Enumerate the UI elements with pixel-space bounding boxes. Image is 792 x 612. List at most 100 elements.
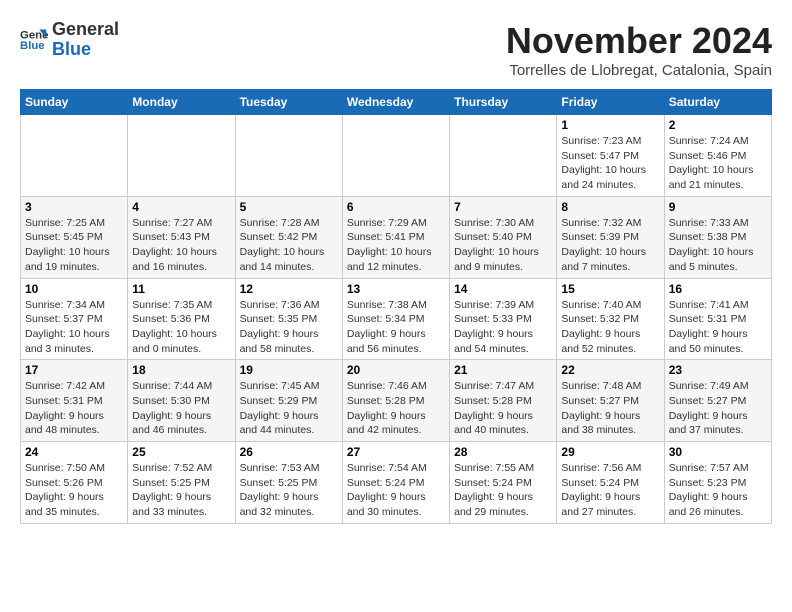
day-number: 22 [561,363,659,377]
weekday-header: Thursday [450,90,557,115]
day-number: 26 [240,445,338,459]
day-info: Sunrise: 7:33 AM Sunset: 5:38 PM Dayligh… [669,216,767,275]
calendar-day-cell: 11 Sunrise: 7:35 AM Sunset: 5:36 PM Dayli… [128,278,235,360]
calendar-week-row: 3 Sunrise: 7:25 AM Sunset: 5:45 PM Daylig… [21,196,772,278]
calendar-week-row: 17 Sunrise: 7:42 AM Sunset: 5:31 PM Dayli… [21,360,772,442]
day-number: 30 [669,445,767,459]
calendar-day-cell: 1Sunrise: 7:23 AM Sunset: 5:47 PM Daylig… [557,115,664,197]
calendar-day-cell: 28Sunrise: 7:55 AM Sunset: 5:24 PM Dayli… [450,442,557,524]
day-info: Sunrise: 7:44 AM Sunset: 5:30 PM Dayligh… [132,379,230,438]
day-number: 10 [25,282,123,296]
calendar-day-cell: 27 Sunrise: 7:54 AM Sunset: 5:24 PM Dayli… [342,442,449,524]
day-info: Sunrise: 7:47 AM Sunset: 5:28 PM Dayligh… [454,379,552,438]
calendar-week-row: 24Sunrise: 7:50 AM Sunset: 5:26 PM Dayli… [21,442,772,524]
day-number: 27 [347,445,445,459]
calendar-day-cell: 13 Sunrise: 7:38 AM Sunset: 5:34 PM Dayli… [342,278,449,360]
calendar-day-cell: 20 Sunrise: 7:46 AM Sunset: 5:28 PM Dayli… [342,360,449,442]
calendar-day-cell: 14Sunrise: 7:39 AM Sunset: 5:33 PM Dayli… [450,278,557,360]
day-number: 16 [669,282,767,296]
calendar-day-cell: 16 Sunrise: 7:41 AM Sunset: 5:31 PM Dayli… [664,278,771,360]
calendar-day-cell: 24Sunrise: 7:50 AM Sunset: 5:26 PM Dayli… [21,442,128,524]
day-number: 6 [347,200,445,214]
calendar-day-cell: 26 Sunrise: 7:53 AM Sunset: 5:25 PM Dayli… [235,442,342,524]
day-info: Sunrise: 7:53 AM Sunset: 5:25 PM Dayligh… [240,461,338,520]
day-info: Sunrise: 7:54 AM Sunset: 5:24 PM Dayligh… [347,461,445,520]
day-info: Sunrise: 7:29 AM Sunset: 5:41 PM Dayligh… [347,216,445,275]
day-number: 20 [347,363,445,377]
day-info: Sunrise: 7:48 AM Sunset: 5:27 PM Dayligh… [561,379,659,438]
day-number: 8 [561,200,659,214]
calendar-day-cell [342,115,449,197]
calendar-day-cell: 10 Sunrise: 7:34 AM Sunset: 5:37 PM Dayli… [21,278,128,360]
day-info: Sunrise: 7:46 AM Sunset: 5:28 PM Dayligh… [347,379,445,438]
calendar-day-cell: 17 Sunrise: 7:42 AM Sunset: 5:31 PM Dayli… [21,360,128,442]
day-number: 23 [669,363,767,377]
weekday-header: Monday [128,90,235,115]
weekday-header: Friday [557,90,664,115]
day-number: 17 [25,363,123,377]
weekday-header: Sunday [21,90,128,115]
day-info: Sunrise: 7:34 AM Sunset: 5:37 PM Dayligh… [25,298,123,357]
day-info: Sunrise: 7:52 AM Sunset: 5:25 PM Dayligh… [132,461,230,520]
month-title: November 2024 [506,20,772,62]
calendar-day-cell: 12 Sunrise: 7:36 AM Sunset: 5:35 PM Dayli… [235,278,342,360]
calendar-day-cell [21,115,128,197]
logo-text: General Blue [52,20,119,60]
day-info: Sunrise: 7:36 AM Sunset: 5:35 PM Dayligh… [240,298,338,357]
calendar-day-cell: 18 Sunrise: 7:44 AM Sunset: 5:30 PM Dayli… [128,360,235,442]
day-info: Sunrise: 7:49 AM Sunset: 5:27 PM Dayligh… [669,379,767,438]
calendar-day-cell: 6 Sunrise: 7:29 AM Sunset: 5:41 PM Daylig… [342,196,449,278]
day-info: Sunrise: 7:28 AM Sunset: 5:42 PM Dayligh… [240,216,338,275]
calendar-day-cell: 5 Sunrise: 7:28 AM Sunset: 5:42 PM Daylig… [235,196,342,278]
logo: General Blue General Blue [20,20,119,60]
weekday-header: Wednesday [342,90,449,115]
day-info: Sunrise: 7:56 AM Sunset: 5:24 PM Dayligh… [561,461,659,520]
calendar-day-cell: 19Sunrise: 7:45 AM Sunset: 5:29 PM Dayli… [235,360,342,442]
calendar-table: SundayMondayTuesdayWednesdayThursdayFrid… [20,89,772,524]
day-number: 11 [132,282,230,296]
weekday-header: Saturday [664,90,771,115]
day-info: Sunrise: 7:32 AM Sunset: 5:39 PM Dayligh… [561,216,659,275]
day-number: 21 [454,363,552,377]
day-number: 25 [132,445,230,459]
day-info: Sunrise: 7:40 AM Sunset: 5:32 PM Dayligh… [561,298,659,357]
day-number: 7 [454,200,552,214]
day-number: 12 [240,282,338,296]
day-number: 28 [454,445,552,459]
day-info: Sunrise: 7:42 AM Sunset: 5:31 PM Dayligh… [25,379,123,438]
day-number: 4 [132,200,230,214]
day-info: Sunrise: 7:35 AM Sunset: 5:36 PM Dayligh… [132,298,230,357]
calendar-day-cell: 7Sunrise: 7:30 AM Sunset: 5:40 PM Daylig… [450,196,557,278]
day-info: Sunrise: 7:27 AM Sunset: 5:43 PM Dayligh… [132,216,230,275]
calendar-day-cell: 15Sunrise: 7:40 AM Sunset: 5:32 PM Dayli… [557,278,664,360]
day-number: 5 [240,200,338,214]
calendar-day-cell: 23 Sunrise: 7:49 AM Sunset: 5:27 PM Dayli… [664,360,771,442]
calendar-day-cell: 29Sunrise: 7:56 AM Sunset: 5:24 PM Dayli… [557,442,664,524]
day-info: Sunrise: 7:38 AM Sunset: 5:34 PM Dayligh… [347,298,445,357]
calendar-day-cell [450,115,557,197]
day-number: 13 [347,282,445,296]
calendar-day-cell: 2 Sunrise: 7:24 AM Sunset: 5:46 PM Daylig… [664,115,771,197]
calendar-week-row: 10 Sunrise: 7:34 AM Sunset: 5:37 PM Dayli… [21,278,772,360]
calendar-day-cell: 4 Sunrise: 7:27 AM Sunset: 5:43 PM Daylig… [128,196,235,278]
calendar-day-cell [128,115,235,197]
calendar-day-cell: 9 Sunrise: 7:33 AM Sunset: 5:38 PM Daylig… [664,196,771,278]
day-number: 3 [25,200,123,214]
calendar-week-row: 1Sunrise: 7:23 AM Sunset: 5:47 PM Daylig… [21,115,772,197]
calendar-day-cell [235,115,342,197]
day-number: 18 [132,363,230,377]
calendar-day-cell: 30Sunrise: 7:57 AM Sunset: 5:23 PM Dayli… [664,442,771,524]
title-block: November 2024 Torrelles de Llobregat, Ca… [506,20,772,79]
day-info: Sunrise: 7:25 AM Sunset: 5:45 PM Dayligh… [25,216,123,275]
day-number: 1 [561,118,659,132]
location: Torrelles de Llobregat, Catalonia, Spain [506,62,772,79]
day-number: 9 [669,200,767,214]
page-header: General Blue General Blue November 2024 … [20,20,772,79]
calendar-day-cell: 21 Sunrise: 7:47 AM Sunset: 5:28 PM Dayli… [450,360,557,442]
day-info: Sunrise: 7:24 AM Sunset: 5:46 PM Dayligh… [669,134,767,193]
calendar-day-cell: 3 Sunrise: 7:25 AM Sunset: 5:45 PM Daylig… [21,196,128,278]
day-info: Sunrise: 7:41 AM Sunset: 5:31 PM Dayligh… [669,298,767,357]
day-number: 2 [669,118,767,132]
day-info: Sunrise: 7:50 AM Sunset: 5:26 PM Dayligh… [25,461,123,520]
calendar-day-cell: 25 Sunrise: 7:52 AM Sunset: 5:25 PM Dayli… [128,442,235,524]
